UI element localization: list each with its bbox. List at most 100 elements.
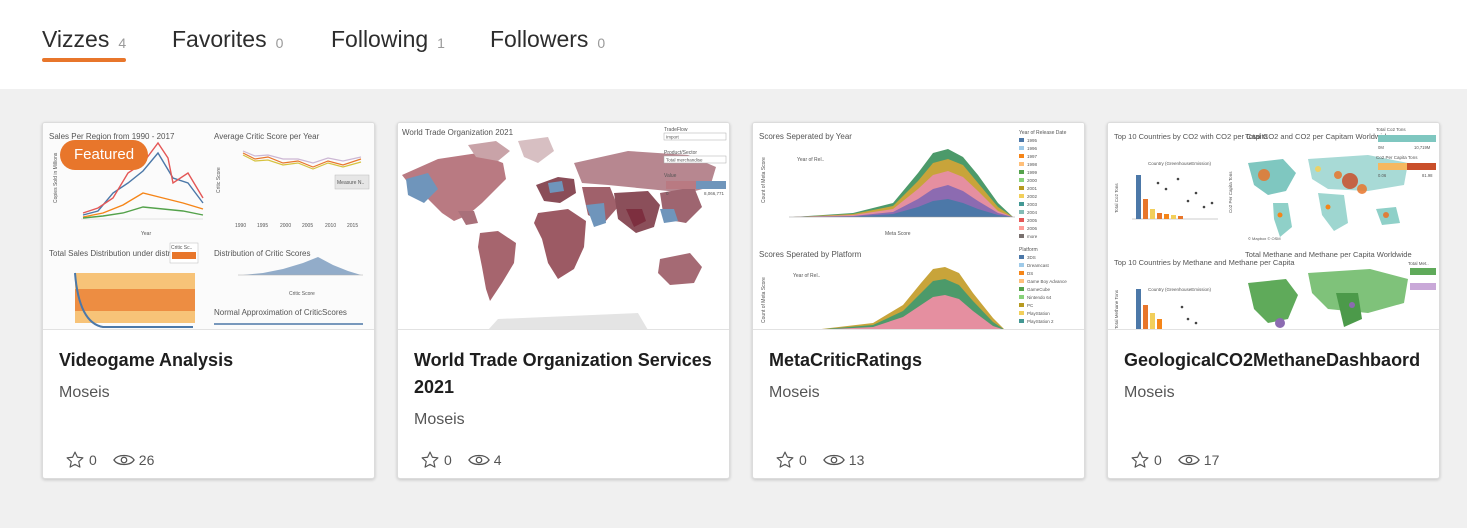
thumb-title: Top 10 Countries by Methane and Methane … <box>1114 258 1295 267</box>
legend-max: 8,066,771 <box>704 191 725 196</box>
favorite-button[interactable]: 0 <box>420 450 452 470</box>
eye-icon <box>822 454 845 466</box>
legend-item: 1999 <box>1027 170 1038 175</box>
tab-following[interactable]: Following 1 <box>331 26 445 66</box>
favorite-button[interactable]: 0 <box>775 450 807 470</box>
viz-author[interactable]: Moseis <box>1124 384 1175 402</box>
legend-title: Total Co2 Tons <box>1376 127 1406 132</box>
thumb-title: Total CO2 and CO2 per Capitam Worldwide <box>1245 132 1390 141</box>
axis-label: Total Methane Tons <box>1114 289 1119 329</box>
tab-label: Following <box>331 26 429 52</box>
legend-min: 0.06 <box>1378 173 1387 178</box>
legend-item: more <box>1027 234 1038 239</box>
tab-count: 0 <box>275 35 284 51</box>
legend-item: PlayStation 2 <box>1027 319 1054 324</box>
viz-thumbnail-preview: Top 10 Countries by CO2 with CO2 per Cap… <box>1108 123 1439 329</box>
axis-label: Year <box>141 231 151 237</box>
legend-item: Game Boy Advance <box>1027 279 1067 284</box>
eye-icon <box>467 454 490 466</box>
viz-card[interactable]: Top 10 Countries by CO2 with CO2 per Cap… <box>1107 122 1440 479</box>
viz-author[interactable]: Moseis <box>59 384 110 402</box>
viz-author[interactable]: Moseis <box>414 411 465 429</box>
tick-label: 2000 <box>280 223 291 229</box>
active-tab-indicator <box>42 58 127 62</box>
legend-max: 10,719M <box>1414 145 1431 150</box>
viz-title[interactable]: World Trade Organization Services 2021 <box>414 347 719 401</box>
legend-item: 1998 <box>1027 162 1038 167</box>
star-icon <box>776 451 794 468</box>
tab-favorites[interactable]: Favorites 0 <box>172 26 283 66</box>
viz-title[interactable]: GeologicalCO2MethaneDashbaord <box>1124 347 1429 374</box>
axis-label: Critic Score <box>216 167 222 193</box>
favorite-count: 0 <box>444 452 452 468</box>
view-count: 4 <box>493 452 502 468</box>
viz-title[interactable]: Videogame Analysis <box>59 347 364 374</box>
axis-label: Total Co2 Tons <box>1114 183 1119 213</box>
legend-title: Value <box>664 173 677 179</box>
legend-item: 2002 <box>1027 194 1038 199</box>
viz-title[interactable]: MetaCriticRatings <box>769 347 1074 374</box>
legend-item: 1996 <box>1027 146 1038 151</box>
viz-card[interactable]: World Trade Organization 2021 TradeFlow … <box>397 122 730 479</box>
axis-label: Co2 Per Capita Tons <box>1228 171 1233 213</box>
tab-count: 1 <box>437 35 445 51</box>
favorite-button[interactable]: 0 <box>65 450 97 470</box>
legend-title: Critic Sc.. <box>171 245 192 251</box>
favorite-button[interactable]: 0 <box>1130 450 1162 470</box>
thumb-title: Average Critic Score per Year <box>214 132 320 141</box>
profile-tab-bar: Vizzes 4 Favorites 0 Following 1 Followers 0 <box>0 0 1467 89</box>
legend-item: 2001 <box>1027 186 1038 191</box>
tab-label: Vizzes <box>42 26 110 52</box>
group-label: Country (GreenhouseEmission) <box>1148 287 1212 292</box>
viz-author[interactable]: Moseis <box>769 384 820 402</box>
tab-count: 0 <box>597 35 606 51</box>
viz-card[interactable]: Sales Per Region from 1990 - 2017 Averag… <box>42 122 375 479</box>
star-icon <box>421 451 439 468</box>
legend-max: 81.98 <box>1422 173 1433 178</box>
legend-item: 2006 <box>1027 226 1038 231</box>
legend-item: 2004 <box>1027 210 1038 215</box>
viz-stats: 0 26 <box>65 449 170 471</box>
filter-label: Year of Rel.. <box>797 157 824 163</box>
tab-label: Favorites <box>172 26 267 52</box>
measure-legend: Measure N.. <box>337 180 364 186</box>
view-stat: 4 <box>467 452 502 468</box>
group-label: Country (GreenhouseEmission) <box>1148 161 1212 166</box>
legend-title: Year of Release Date <box>1019 130 1067 136</box>
viz-thumbnail[interactable]: Top 10 Countries by CO2 with CO2 per Cap… <box>1108 123 1439 330</box>
viz-thumbnail[interactable]: Scores Seperated by Year Year of Rel.. C… <box>753 123 1084 330</box>
filter-value: Total merchandise <box>666 158 703 163</box>
view-count: 26 <box>138 452 155 468</box>
axis-label: Count of Meta Score <box>761 157 767 203</box>
axis-label: Meta Score <box>885 231 911 237</box>
legend-title: Total Met.. <box>1408 261 1429 266</box>
tab-label: Followers <box>490 26 589 52</box>
legend-min: 0M <box>1378 145 1384 150</box>
viz-thumbnail[interactable]: Sales Per Region from 1990 - 2017 Averag… <box>43 123 374 330</box>
thumb-title: Total Methane and Methane per Capita Wor… <box>1245 250 1412 259</box>
tick-label: 2010 <box>325 223 336 229</box>
map-credit: © Mapbox © OSM <box>1248 236 1281 241</box>
eye-icon <box>112 454 135 466</box>
thumb-title: Scores Sperated by Platform <box>759 250 862 259</box>
thumb-title: Scores Seperated by Year <box>759 132 852 141</box>
tick-label: 2015 <box>347 223 358 229</box>
view-stat: 26 <box>112 452 155 468</box>
tab-vizzes[interactable]: Vizzes 4 <box>42 26 127 66</box>
thumb-title: Distribution of Critic Scores <box>214 249 310 258</box>
legend-item: DS <box>1027 271 1033 276</box>
viz-thumbnail[interactable]: World Trade Organization 2021 TradeFlow … <box>398 123 729 330</box>
tick-label: 2005 <box>302 223 313 229</box>
axis-label: Count of Meta Score <box>761 277 767 323</box>
legend-item: 1997 <box>1027 154 1038 159</box>
favorite-count: 0 <box>89 452 97 468</box>
legend-item: GameCube <box>1027 287 1051 292</box>
filter-label: Year of Rel.. <box>793 273 820 279</box>
viz-stats: 0 13 <box>775 449 880 471</box>
star-icon <box>66 451 84 468</box>
viz-card[interactable]: Scores Seperated by Year Year of Rel.. C… <box>752 122 1085 479</box>
thumb-title: Normal Approximation of CriticScores <box>214 308 347 317</box>
legend-item: PC <box>1027 303 1034 308</box>
tab-followers[interactable]: Followers 0 <box>490 26 605 66</box>
legend-title: Co2 Per Capita Tons <box>1376 155 1418 160</box>
